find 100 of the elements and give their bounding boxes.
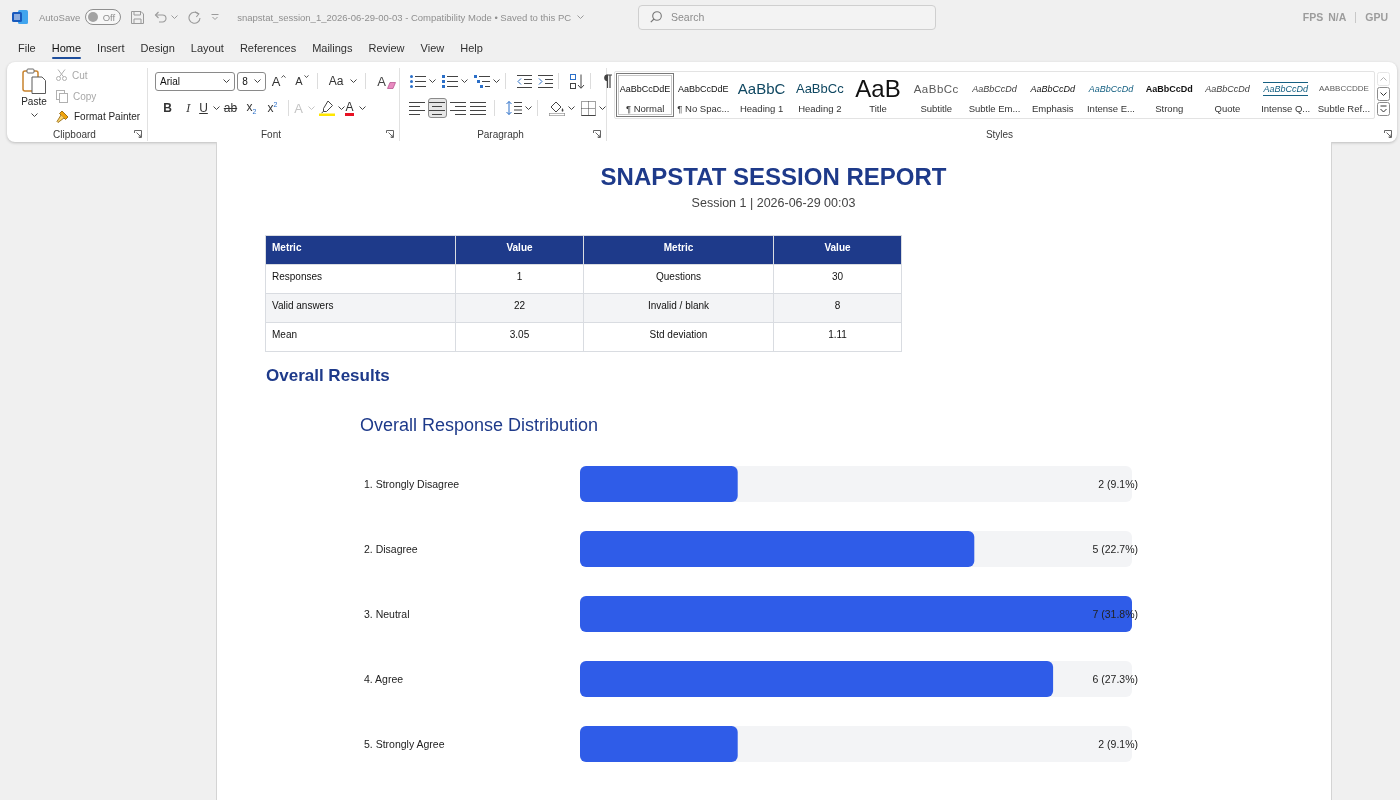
- pilcrow-icon[interactable]: [602, 74, 612, 88]
- style-item[interactable]: AaBbCc Subtitle: [907, 73, 966, 117]
- line-spacing-icon[interactable]: [506, 101, 522, 115]
- ribbon-tab[interactable]: Design: [140, 34, 175, 61]
- group-label: Paragraph: [477, 128, 524, 140]
- table-cell: Responses: [265, 264, 456, 294]
- style-item[interactable]: AaBbCcDdE ¶ Normal: [616, 73, 675, 117]
- table-cell: 8: [773, 293, 902, 323]
- bold-button[interactable]: B: [157, 98, 178, 118]
- column-header: Value: [773, 235, 902, 265]
- scissors-icon: [56, 69, 67, 82]
- caret-icon: [223, 79, 231, 83]
- italic-button[interactable]: I: [178, 98, 199, 118]
- caret-icon: [307, 106, 315, 110]
- sort-icon[interactable]: [570, 73, 585, 89]
- caret-icon: [30, 113, 38, 117]
- style-item[interactable]: AaBbCcDd Subtle Em...: [965, 73, 1024, 117]
- ribbon-tab[interactable]: Layout: [190, 34, 224, 61]
- bullet-list-icon[interactable]: [410, 74, 426, 88]
- font-name-dropdown[interactable]: Arial: [155, 71, 236, 91]
- decrease-indent-icon[interactable]: [517, 74, 532, 88]
- ribbon-tab[interactable]: File: [18, 34, 36, 61]
- scroll-down-icon[interactable]: [1377, 87, 1390, 101]
- group-label: Styles: [985, 128, 1014, 140]
- caret-icon[interactable]: [429, 79, 436, 83]
- style-item[interactable]: AABBCCDDE Subtle Ref...: [1314, 73, 1374, 117]
- style-item[interactable]: AaBbCcDd Emphasis: [1023, 73, 1082, 117]
- font-color-button[interactable]: A: [345, 98, 366, 118]
- dialog-launcher-icon[interactable]: [593, 130, 601, 138]
- overlay-label: FPS: [1302, 11, 1324, 23]
- ribbon-tab[interactable]: Review: [368, 34, 405, 61]
- caret-icon: [358, 106, 366, 110]
- multilevel-list-icon[interactable]: [474, 74, 490, 88]
- style-item[interactable]: AaBbCc Heading 2: [790, 73, 849, 117]
- subscript-button[interactable]: x$_{2}$: [241, 98, 262, 118]
- table-cell: Questions: [583, 264, 774, 294]
- column-header: Value: [455, 235, 584, 265]
- align-left-icon: [408, 101, 425, 115]
- dialog-launcher-icon[interactable]: [1384, 130, 1392, 138]
- style-item[interactable]: AaBbCcDdE ¶ No Spac...: [674, 73, 733, 117]
- align-center-button[interactable]: [427, 98, 447, 118]
- column-header: Metric: [583, 235, 774, 265]
- up-caret-icon: [281, 74, 287, 78]
- ribbon-tab[interactable]: Mailings: [312, 34, 353, 61]
- caret-icon[interactable]: [493, 79, 500, 83]
- strikethrough-button[interactable]: ab: [220, 98, 241, 118]
- app-icon[interactable]: [12, 9, 28, 25]
- table-cell: 22: [455, 293, 584, 323]
- highlighter-icon[interactable]: [319, 100, 335, 116]
- style-item[interactable]: AaBbCcDd Intense Q...: [1256, 73, 1315, 117]
- caret-icon: [212, 106, 220, 110]
- dialog-launcher-icon[interactable]: [134, 130, 142, 138]
- caret-icon: [577, 15, 585, 19]
- ribbon-tab[interactable]: Help: [460, 34, 483, 61]
- autosave-label: AutoSave: [39, 11, 81, 23]
- table-cell: 30: [773, 264, 902, 294]
- paint-bucket-icon[interactable]: [549, 100, 565, 116]
- caret-icon[interactable]: [568, 106, 575, 110]
- group-label: Clipboard: [53, 128, 96, 140]
- borders-icon[interactable]: [581, 100, 596, 116]
- change-case-button[interactable]: Aa: [325, 71, 361, 91]
- report-title: SNAPSTAT SESSION REPORT: [600, 162, 947, 192]
- ribbon-tab[interactable]: View: [420, 34, 445, 61]
- underline-button[interactable]: U: [199, 98, 220, 118]
- style-item[interactable]: AaB Title: [848, 73, 908, 117]
- style-item[interactable]: AaBbCcDd Quote: [1198, 73, 1257, 117]
- ribbon-tab[interactable]: Insert: [97, 34, 125, 61]
- more-styles-icon[interactable]: [1377, 102, 1390, 116]
- search-field[interactable]: Search: [638, 4, 936, 30]
- eraser-icon: [387, 81, 396, 89]
- ribbon-tab[interactable]: Home: [51, 34, 82, 61]
- increase-indent-icon[interactable]: [538, 74, 553, 88]
- caret-icon[interactable]: [599, 106, 606, 110]
- paintbrush-icon: [56, 110, 69, 124]
- style-item[interactable]: AaBbC Heading 1: [732, 73, 791, 117]
- dialog-launcher-icon[interactable]: [386, 130, 394, 138]
- caret-icon: [253, 79, 261, 83]
- search-input[interactable]: Search: [671, 5, 935, 29]
- numbered-list-icon[interactable]: [442, 74, 458, 88]
- table-cell: 1: [455, 264, 584, 294]
- justify-icon: [470, 101, 487, 115]
- shrink-font-button[interactable]: A: [292, 71, 312, 91]
- caret-icon[interactable]: [338, 106, 345, 110]
- search-icon: [650, 11, 662, 23]
- overlay-label: GPU: [1365, 11, 1388, 23]
- table-cell: Std deviation: [583, 322, 774, 352]
- caret-icon[interactable]: [461, 79, 468, 83]
- caret-icon[interactable]: [525, 106, 532, 110]
- table-cell: 3.05: [455, 322, 584, 352]
- paste-button[interactable]: Paste: [19, 68, 49, 127]
- superscript-button[interactable]: x$^{2}$: [262, 98, 283, 118]
- grow-font-button[interactable]: A: [268, 71, 290, 91]
- clipboard-icon: [22, 68, 46, 94]
- format-painter-button[interactable]: Format Painter: [56, 106, 141, 127]
- style-item[interactable]: AaBbCcDd Intense E...: [1081, 73, 1141, 117]
- style-item[interactable]: AaBbCcDd Strong: [1140, 73, 1199, 117]
- ribbon-tab[interactable]: References: [239, 34, 297, 61]
- column-header: Metric: [265, 235, 456, 265]
- clear-formatting-button[interactable]: A: [374, 71, 399, 91]
- font-size-dropdown[interactable]: 8: [237, 71, 266, 91]
